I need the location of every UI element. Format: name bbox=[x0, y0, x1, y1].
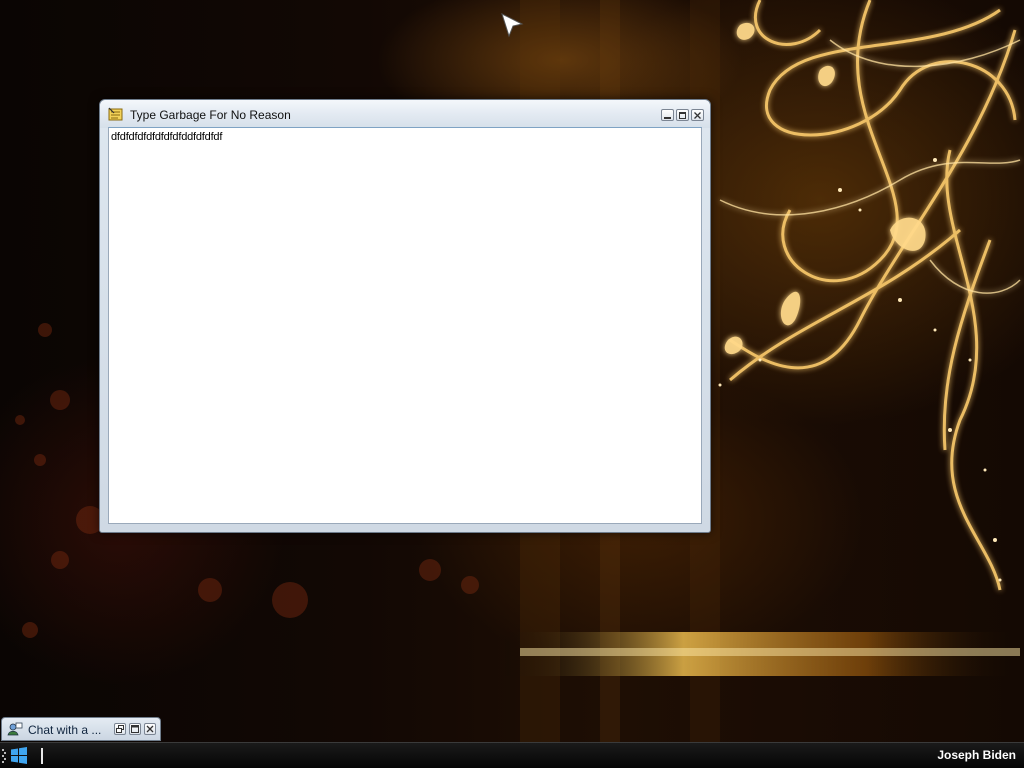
text-editor-area[interactable]: dfdfdfdfdfdfdfdfddfdfdfdf bbox=[108, 127, 702, 524]
minimized-chat-window[interactable]: Chat with a ... bbox=[1, 717, 161, 741]
minimized-caption-buttons bbox=[114, 723, 156, 735]
restore-button[interactable] bbox=[114, 723, 126, 735]
notepad-window[interactable]: Type Garbage For No Reason dfdfdfdfdfdfd bbox=[99, 99, 711, 533]
window-title: Type Garbage For No Reason bbox=[130, 108, 291, 122]
close-button[interactable] bbox=[691, 109, 704, 121]
editor-text: dfdfdfdfdfdfdfdfddfdfdfdf bbox=[111, 131, 223, 143]
taskbar-caret bbox=[41, 748, 43, 764]
caption-buttons bbox=[661, 109, 704, 121]
taskbar-grip[interactable] bbox=[2, 749, 6, 763]
user-name[interactable]: Joseph Biden bbox=[937, 748, 1016, 762]
close-icon bbox=[694, 111, 701, 119]
mini-close-button[interactable] bbox=[144, 723, 156, 735]
windows-logo-icon[interactable] bbox=[10, 747, 28, 764]
restore-icon bbox=[116, 725, 124, 733]
arrow-cursor-icon bbox=[501, 13, 524, 38]
maximize-icon bbox=[131, 725, 139, 733]
taskbar: Joseph Biden bbox=[0, 742, 1024, 768]
minimize-button[interactable] bbox=[661, 109, 674, 121]
maximize-icon bbox=[679, 111, 686, 119]
window-titlebar[interactable]: Type Garbage For No Reason bbox=[100, 100, 710, 128]
maximize-button[interactable] bbox=[676, 109, 689, 121]
minimized-window-title: Chat with a ... bbox=[28, 723, 102, 737]
notepad-icon bbox=[108, 107, 123, 121]
mini-maximize-button[interactable] bbox=[129, 723, 141, 735]
chat-icon bbox=[7, 722, 23, 736]
minimize-icon bbox=[664, 116, 671, 119]
close-icon bbox=[146, 725, 154, 733]
